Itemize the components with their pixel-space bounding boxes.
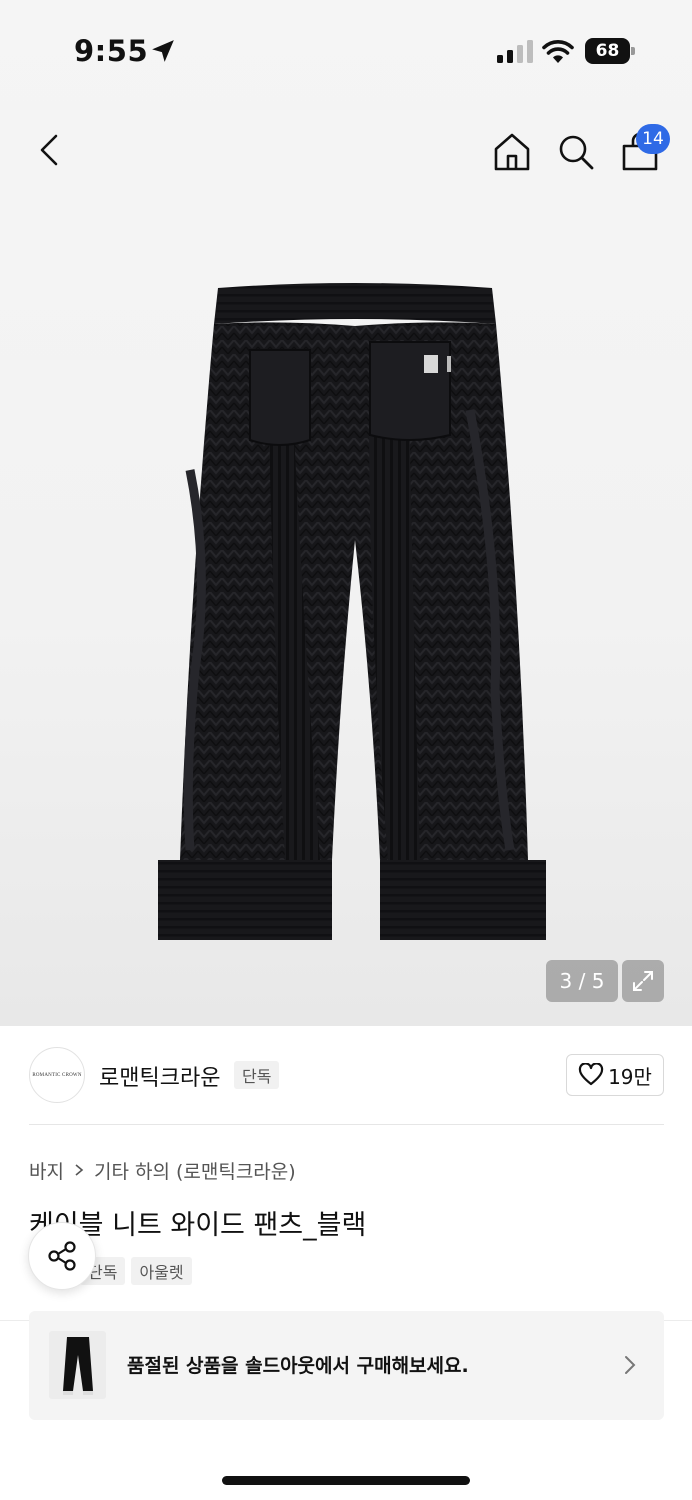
product-tags: 단독 아울렛 bbox=[80, 1257, 192, 1285]
expand-image-button[interactable] bbox=[622, 960, 664, 1002]
like-count: 19만 bbox=[608, 1064, 652, 1089]
status-time: 9:55 bbox=[74, 34, 149, 68]
chevron-left-icon[interactable] bbox=[30, 130, 70, 170]
cellular-signal-icon bbox=[497, 40, 533, 63]
breadcrumb-subcategory[interactable]: 기타 하의 (로맨틱크라운) bbox=[94, 1157, 296, 1184]
top-nav bbox=[0, 118, 692, 188]
like-button[interactable]: 19만 bbox=[566, 1054, 664, 1096]
exclusive-badge: 단독 bbox=[234, 1061, 280, 1089]
chevron-right-icon bbox=[625, 1356, 636, 1374]
brand-row: ROMANTIC CROWN 로맨틱크라운 단독 19만 bbox=[0, 1040, 692, 1112]
brand-logo-text: ROMANTIC CROWN bbox=[32, 1072, 82, 1078]
battery-level: 68 bbox=[585, 38, 630, 64]
divider bbox=[29, 1124, 664, 1125]
share-icon bbox=[48, 1241, 76, 1271]
pants-thumbnail-image bbox=[63, 1337, 93, 1395]
location-arrow-icon bbox=[152, 40, 174, 62]
soldout-banner[interactable]: 품절된 상품을 솔드아웃에서 구매해보세요. bbox=[29, 1311, 664, 1420]
image-counter: 3 / 5 bbox=[546, 960, 618, 1002]
home-indicator bbox=[222, 1476, 470, 1485]
chevron-right-icon bbox=[75, 1164, 84, 1176]
product-image[interactable] bbox=[150, 270, 560, 960]
battery-icon: 68 bbox=[585, 38, 635, 64]
status-bar: 9:55 68 bbox=[0, 0, 692, 100]
home-icon[interactable] bbox=[490, 130, 534, 174]
tag-outlet: 아울렛 bbox=[131, 1257, 192, 1285]
brand-name-link[interactable]: 로맨틱크라운 bbox=[99, 1060, 220, 1092]
cart-count-badge: 14 bbox=[636, 124, 670, 154]
soldout-banner-text: 품절된 상품을 솔드아웃에서 구매해보세요. bbox=[127, 1355, 469, 1377]
breadcrumb: 바지 기타 하의 (로맨틱크라운) bbox=[29, 1155, 296, 1185]
heart-icon bbox=[578, 1063, 604, 1086]
soldout-thumbnail bbox=[49, 1331, 106, 1399]
brand-logo[interactable]: ROMANTIC CROWN bbox=[29, 1047, 85, 1103]
search-icon[interactable] bbox=[554, 130, 598, 174]
share-button[interactable] bbox=[28, 1222, 96, 1290]
wifi-icon bbox=[542, 40, 574, 63]
product-gallery[interactable]: 9:55 68 14 3 / 5 bbox=[0, 0, 692, 1026]
breadcrumb-category[interactable]: 바지 bbox=[29, 1157, 64, 1184]
expand-icon bbox=[633, 971, 653, 991]
